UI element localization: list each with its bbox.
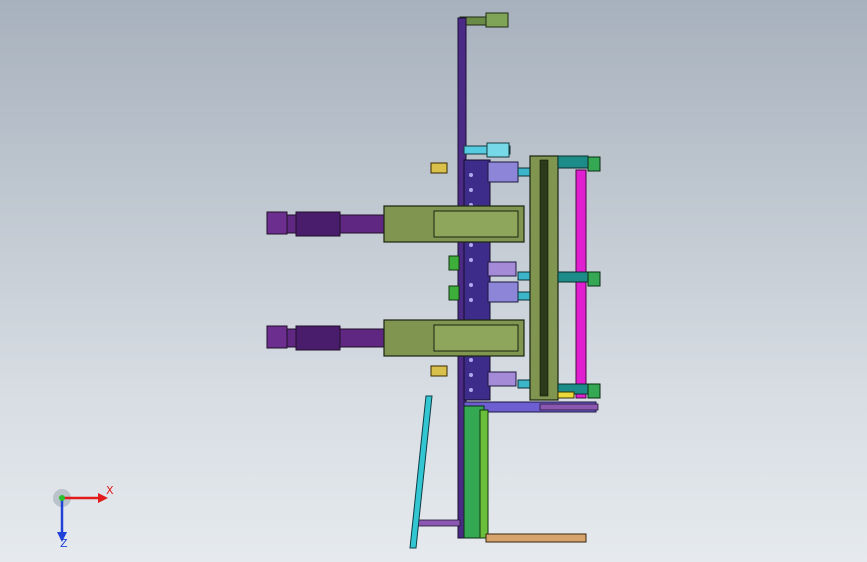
left-knob-bottom[interactable] xyxy=(430,365,448,377)
mid-green-block-1[interactable] xyxy=(448,255,460,271)
green-knob-bottom[interactable] xyxy=(587,383,601,399)
triad-x-label: X xyxy=(106,484,114,497)
upper-olive-inner[interactable] xyxy=(433,210,519,238)
upper-cyan-cap[interactable] xyxy=(486,142,510,158)
left-knob-top[interactable] xyxy=(430,162,448,174)
lower-cylinder-end[interactable] xyxy=(266,325,288,349)
green-knob-top[interactable] xyxy=(587,156,601,172)
green-knob-mid[interactable] xyxy=(587,271,601,287)
inner-vertical-plate[interactable] xyxy=(463,159,491,401)
magenta-rail[interactable] xyxy=(575,169,587,399)
cad-viewport[interactable]: X Z xyxy=(0,0,867,562)
upper-cylinder-end[interactable] xyxy=(266,211,288,235)
orientation-triad[interactable]: X Z xyxy=(40,478,120,548)
teal-clamp-top[interactable] xyxy=(557,155,589,169)
bottom-green-frame[interactable] xyxy=(479,409,489,539)
yellow-tab[interactable] xyxy=(557,391,575,399)
lower-olive-inner[interactable] xyxy=(433,324,519,352)
lower-purple-rod[interactable] xyxy=(539,403,599,411)
lower-cylinder-collar[interactable] xyxy=(295,325,341,351)
bottom-purple-link[interactable] xyxy=(415,519,461,527)
mid-green-block-2[interactable] xyxy=(448,285,460,301)
triad-z-label: Z xyxy=(60,537,68,548)
upper-cylinder-collar[interactable] xyxy=(295,211,341,237)
right-dark-strip[interactable] xyxy=(539,159,549,397)
triad-y-marker xyxy=(59,495,65,501)
assembly-model[interactable] xyxy=(0,0,867,562)
top-bracket-cap[interactable] xyxy=(485,12,509,28)
bottom-orange-rod[interactable] xyxy=(485,533,587,543)
